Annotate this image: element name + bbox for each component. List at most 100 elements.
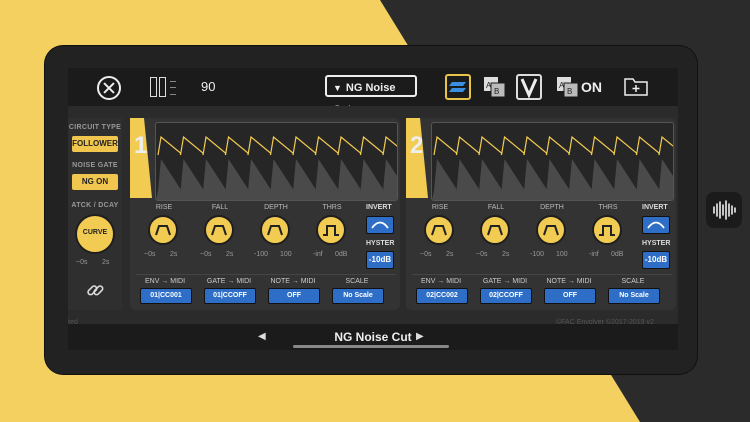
v-logo-icon[interactable] xyxy=(516,74,542,100)
list-icon[interactable] xyxy=(170,81,176,95)
invert-button[interactable] xyxy=(366,216,394,234)
note-midi-button[interactable]: OFF xyxy=(544,288,596,304)
scale-button[interactable]: No Scale xyxy=(332,288,384,304)
env-midi-button[interactable]: 02|CC002 xyxy=(416,288,468,304)
atck-dcay-label: ATCK / DCAY xyxy=(71,202,119,209)
circuit-type-label: CIRCUIT TYPE xyxy=(68,124,122,131)
rise-label: RISE xyxy=(431,204,449,211)
thrs-max: 0dB xyxy=(335,251,348,258)
waveform-mode-icon[interactable] xyxy=(445,74,471,100)
invert-button[interactable] xyxy=(642,216,670,234)
hyster-label: HYSTER xyxy=(366,240,395,247)
settings-sidebar: CIRCUIT TYPE FOLLOWER NOISE GATE NG ON A… xyxy=(68,118,122,310)
scale-label: SCALE xyxy=(345,278,369,285)
next-preset-icon[interactable]: ▶ xyxy=(416,331,424,342)
circuit-type-button[interactable]: FOLLOWER xyxy=(72,136,118,152)
app-screen: 90 ▼NG Noise Cut AB AB ON CIRCUIT TYPE F… xyxy=(68,68,678,350)
fall-min: ~0s xyxy=(200,251,212,258)
scale-label: SCALE xyxy=(621,278,645,285)
thrs-knob[interactable] xyxy=(592,215,622,245)
fall-label: FALL xyxy=(211,204,229,211)
channel-2-waveform xyxy=(431,122,674,201)
depth-label: DEPTH xyxy=(540,204,564,211)
midi-row: ENV → MIDI 02|CC002 GATE → MIDI 02|CCOFF… xyxy=(412,274,672,307)
invert-label: INVERT xyxy=(366,204,392,211)
fall-max: 2s xyxy=(226,251,234,258)
bpm-value[interactable]: 90 xyxy=(201,79,215,94)
rise-min: ~0s xyxy=(420,251,432,258)
depth-min: -100 xyxy=(254,251,269,258)
thrs-knob[interactable] xyxy=(316,215,346,245)
depth-label: DEPTH xyxy=(264,204,288,211)
hyster-button[interactable]: -10dB xyxy=(366,251,394,269)
rise-min: ~0s xyxy=(144,251,156,258)
fall-max: 2s xyxy=(502,251,510,258)
rise-knob[interactable] xyxy=(148,215,178,245)
hyster-button[interactable]: -10dB xyxy=(642,251,670,269)
channel-2-number: 2 xyxy=(410,132,424,159)
channel-1-panel: 1 RISE ~0s 2s FALL ~0s 2s DEPTH -100 100… xyxy=(130,118,400,310)
gate-midi-label: GATE → MIDI xyxy=(206,278,252,285)
depth-knob[interactable] xyxy=(536,215,566,245)
svg-text:B: B xyxy=(567,87,572,96)
thrs-max: 0dB xyxy=(611,251,624,258)
ab-link-icon[interactable]: AB xyxy=(554,74,580,100)
top-toolbar: 90 ▼NG Noise Cut AB AB ON xyxy=(68,68,678,116)
preset-selector[interactable]: ▼NG Noise Cut xyxy=(325,75,417,116)
thrs-label: THRS xyxy=(598,204,618,211)
gate-midi-button[interactable]: 01|CCOFF xyxy=(204,288,256,304)
ab-compare-icon[interactable]: AB xyxy=(481,74,507,100)
rise-knob[interactable] xyxy=(424,215,454,245)
depth-max: 100 xyxy=(280,251,292,258)
channel-2-waveform-graph xyxy=(432,135,673,200)
channel-2-panel: 2 RISE ~0s 2s FALL ~0s 2s DEPTH -100 100… xyxy=(406,118,676,310)
channel-1-badge: 1 xyxy=(130,118,152,198)
home-indicator xyxy=(293,345,449,348)
depth-max: 100 xyxy=(556,251,568,258)
link-icon[interactable] xyxy=(85,280,105,305)
curve-max: 2s xyxy=(102,259,110,266)
env-midi-label: ENV → MIDI xyxy=(420,278,462,285)
channel-2-badge: 2 xyxy=(406,118,428,198)
rise-label: RISE xyxy=(155,204,173,211)
depth-knob[interactable] xyxy=(260,215,290,245)
svg-text:B: B xyxy=(494,87,499,96)
thrs-min: -inf xyxy=(589,251,599,258)
add-folder-icon[interactable] xyxy=(623,74,649,100)
env-midi-button[interactable]: 01|CC001 xyxy=(140,288,192,304)
curve-min: ~0s xyxy=(76,259,88,266)
invert-label: INVERT xyxy=(642,204,668,211)
midi-row: ENV → MIDI 01|CC001 GATE → MIDI 01|CCOFF… xyxy=(136,274,396,307)
dropdown-arrow-icon: ▼ xyxy=(333,83,342,93)
noise-gate-label: NOISE GATE xyxy=(72,162,118,169)
noise-gate-button[interactable]: NG ON xyxy=(72,174,118,190)
fall-knob[interactable] xyxy=(480,215,510,245)
thrs-label: THRS xyxy=(322,204,342,211)
close-icon[interactable] xyxy=(97,76,121,100)
note-midi-label: NOTE → MIDI xyxy=(270,278,316,285)
audio-waveform-app-icon[interactable] xyxy=(706,192,742,228)
main-area: CIRCUIT TYPE FOLLOWER NOISE GATE NG ON A… xyxy=(68,106,678,324)
channel-1-number: 1 xyxy=(134,132,148,159)
fall-min: ~0s xyxy=(476,251,488,258)
channel-1-waveform-graph xyxy=(156,135,397,200)
current-preset-name: NG Noise Cut xyxy=(334,330,412,344)
pause-icon[interactable] xyxy=(150,77,166,97)
fall-knob[interactable] xyxy=(204,215,234,245)
fall-label: FALL xyxy=(487,204,505,211)
gate-midi-button[interactable]: 02|CCOFF xyxy=(480,288,532,304)
gate-midi-label: GATE → MIDI xyxy=(482,278,528,285)
note-midi-label: NOTE → MIDI xyxy=(546,278,592,285)
note-midi-button[interactable]: OFF xyxy=(268,288,320,304)
curve-knob-label: CURVE xyxy=(82,229,108,236)
env-midi-label: ENV → MIDI xyxy=(144,278,186,285)
depth-min: -100 xyxy=(530,251,545,258)
rise-max: 2s xyxy=(170,251,178,258)
thrs-min: -inf xyxy=(313,251,323,258)
hyster-label: HYSTER xyxy=(642,240,671,247)
channel-1-waveform xyxy=(155,122,398,201)
rise-max: 2s xyxy=(446,251,454,258)
scale-button[interactable]: No Scale xyxy=(608,288,660,304)
curve-knob[interactable]: CURVE xyxy=(75,214,115,254)
on-toggle[interactable]: ON xyxy=(581,79,602,95)
